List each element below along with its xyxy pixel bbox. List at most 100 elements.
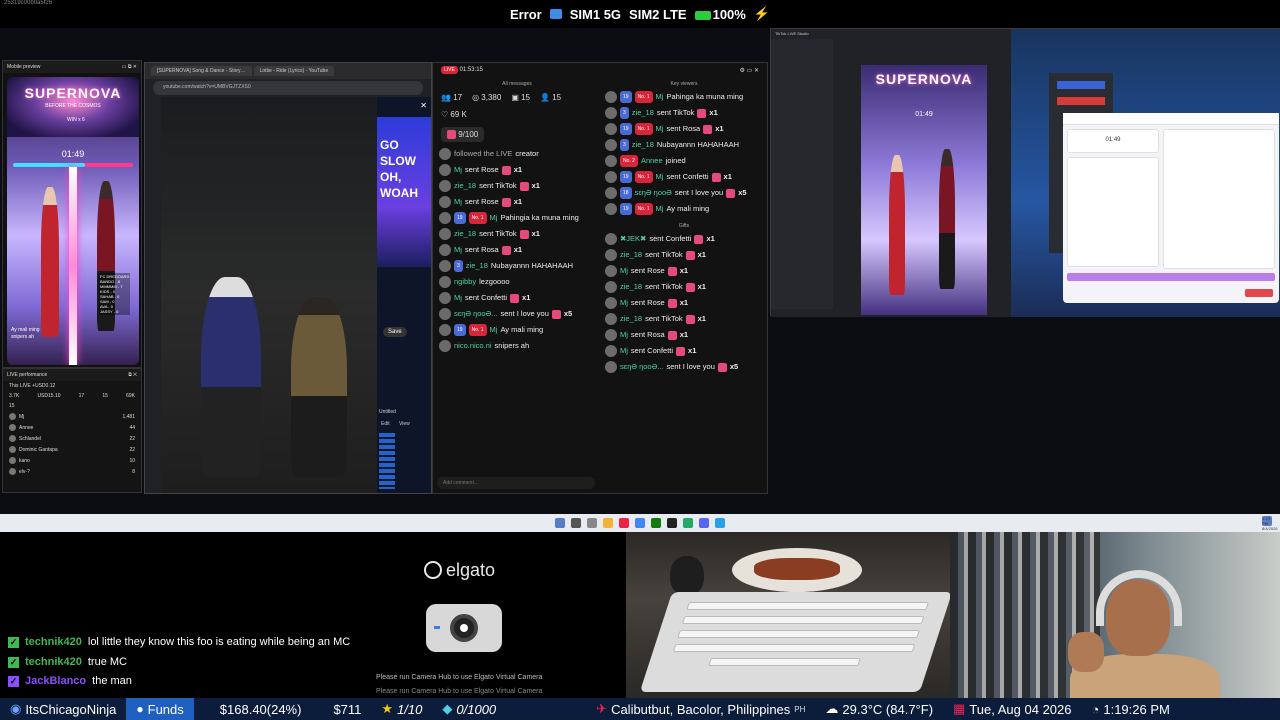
username[interactable]: Mj <box>620 330 628 340</box>
username[interactable]: zie_18 <box>454 229 476 239</box>
list-item[interactable]: Schlandel 22 <box>3 433 141 444</box>
username[interactable]: Mj <box>620 298 628 308</box>
chat-message[interactable]: 3 zie_18 sent TikTok x1 <box>601 105 767 121</box>
live-studio-app[interactable]: TikTok LIVE Studio SUPERNOVA 01:49 <box>771 29 1011 317</box>
username[interactable]: zie_18 <box>632 108 654 118</box>
username[interactable]: Annee <box>641 156 663 166</box>
edit-menu[interactable]: Edit <box>381 421 390 427</box>
action-bar[interactable] <box>1067 273 1275 281</box>
chat-message[interactable]: Mj sent Rosa x1 <box>435 242 599 258</box>
username[interactable]: sɛŋƏ ŋooƏ... <box>454 309 498 319</box>
app-icon[interactable] <box>683 518 693 528</box>
chat-message[interactable]: Mj sent Rose x1 <box>435 194 599 210</box>
close-icon[interactable]: ✕ <box>420 101 427 110</box>
username[interactable]: zie_18 <box>454 181 476 191</box>
chat-message[interactable]: zie_18 sent TikTok x1 <box>435 226 599 242</box>
username[interactable]: Mj <box>656 172 664 182</box>
gifts-header[interactable]: Gifts <box>601 221 767 231</box>
chat-message[interactable]: 19 No. 1 Mj Ay mali ming <box>601 201 767 217</box>
chat-message[interactable]: zie_18 sent TikTok x1 <box>601 311 767 327</box>
video-player[interactable] <box>161 97 377 493</box>
username[interactable]: Mj <box>454 165 462 175</box>
chat-message[interactable]: Mj sent Rosa x1 <box>601 327 767 343</box>
username[interactable]: sɛŋƏ ŋooƏ <box>635 188 672 198</box>
browser-window[interactable]: [SUPERNOVA] Song & Dance - Story… Lottie… <box>144 62 432 494</box>
tiktok-icon[interactable] <box>667 518 677 528</box>
view-menu[interactable]: View <box>399 421 410 427</box>
chat-message[interactable]: ngibby lezgoooo <box>435 274 599 290</box>
xbox-icon[interactable] <box>651 518 661 528</box>
live-chat-window[interactable]: LIVE 01:53:15 ⚙ ▭ ✕ All messages 👥 17 ◎ … <box>432 62 768 494</box>
chat-message[interactable]: Mj sent Rose x1 <box>601 295 767 311</box>
chat-message[interactable]: nico.nico.ni snipers ah <box>435 338 599 354</box>
chat-message[interactable]: zie_18 sent TikTok x1 <box>601 247 767 263</box>
username[interactable]: zie_18 <box>620 314 642 324</box>
chat-message[interactable]: Mj sent Confetti x1 <box>601 343 767 359</box>
chat-message[interactable]: 19 No. 1 Mj Pahingia ka muna ming <box>435 210 599 226</box>
battle-panel[interactable]: 01:49 <box>1063 113 1279 303</box>
username[interactable]: zie_18 <box>466 261 488 271</box>
chat-message[interactable]: 19 No. 1 Mj sent Confetti x1 <box>601 169 767 185</box>
username[interactable]: sɛŋƏ ŋooƏ... <box>620 362 664 372</box>
save-button[interactable]: Save <box>383 327 407 337</box>
chat-message[interactable]: No. 2 Annee joined <box>601 153 767 169</box>
list-item[interactable]: elv-? 8 <box>3 466 141 477</box>
window-controls[interactable]: ▭ ⧉ ✕ <box>122 64 137 70</box>
list-item[interactable]: Annee 44 <box>3 422 141 433</box>
username[interactable]: Mj <box>620 346 628 356</box>
username[interactable]: Mj <box>454 293 462 303</box>
list-item[interactable]: Dominic Gantapa 22 <box>3 444 141 455</box>
studio-sidebar[interactable] <box>771 39 833 309</box>
window-controls[interactable]: ⚙ ▭ ✕ <box>740 67 759 75</box>
folder-icon[interactable] <box>603 518 613 528</box>
chat-message[interactable]: 19 No. 1 Mj Ay mali ming <box>435 322 599 338</box>
username[interactable]: ngibby <box>454 277 476 287</box>
username[interactable]: Mj <box>490 213 498 223</box>
app-icon-2[interactable] <box>715 518 725 528</box>
discord-icon[interactable] <box>699 518 709 528</box>
username[interactable]: zie_18 <box>620 250 642 260</box>
chat-message[interactable]: Mj sent Rose x1 <box>601 263 767 279</box>
panel-controls[interactable]: ⧉ ✕ <box>128 372 137 378</box>
username[interactable]: Mj <box>454 197 462 207</box>
end-button[interactable] <box>1245 289 1273 297</box>
username[interactable]: zie_18 <box>620 282 642 292</box>
key-viewers-header[interactable]: Key viewers <box>601 79 767 89</box>
username[interactable]: zie_18 <box>632 140 654 150</box>
start-icon[interactable] <box>555 518 565 528</box>
username[interactable]: Mj <box>656 92 664 102</box>
chat-message[interactable]: ✖JEK✖ sent Confetti x1 <box>601 231 767 247</box>
all-messages-header[interactable]: All messages <box>435 79 599 89</box>
username[interactable]: ✖JEK✖ <box>620 234 646 244</box>
username[interactable]: nico.nico.ni <box>454 341 492 351</box>
username[interactable]: Mj <box>656 124 664 134</box>
chat-message[interactable]: 3 zie_18 Nubayannn HAHAHAAH <box>601 137 767 153</box>
chat-message[interactable]: followed the LIVE creator <box>435 146 599 162</box>
chat-message[interactable]: sɛŋƏ ŋooƏ... sent I love you x5 <box>601 359 767 375</box>
task-view-icon[interactable] <box>587 518 597 528</box>
live-performance-panel[interactable]: LIVE performance ⧉ ✕ This LIVE +USD0.12 3… <box>2 368 142 493</box>
chat-message[interactable]: 18 sɛŋƏ ŋooƏ sent I love you x5 <box>601 185 767 201</box>
chat-message[interactable]: 19 No. 1 Mj Pahinga ka muna ming <box>601 89 767 105</box>
brave-icon[interactable] <box>619 518 629 528</box>
list-item[interactable]: Mj 1,481 <box>3 411 141 422</box>
username[interactable]: Mj <box>490 325 498 335</box>
chrome-icon[interactable] <box>635 518 645 528</box>
chat-message[interactable]: 19 No. 1 Mj sent Rosa x1 <box>601 121 767 137</box>
list-item[interactable]: kano 10 <box>3 455 141 466</box>
chat-message[interactable]: 3 zie_18 Nubayannn HAHAHAAH <box>435 258 599 274</box>
search-icon[interactable] <box>571 518 581 528</box>
username[interactable]: Mj <box>620 266 628 276</box>
tab-supernova[interactable]: [SUPERNOVA] Song & Dance - Story… <box>151 66 252 76</box>
taskbar-clock[interactable]: 1:19 PM 8/4/2026 <box>1262 516 1278 531</box>
chat-message[interactable]: Mj sent Rose x1 <box>435 162 599 178</box>
username[interactable]: Mj <box>656 204 664 214</box>
username[interactable]: Mj <box>454 245 462 255</box>
chat-message[interactable]: zie_18 sent TikTok x1 <box>601 279 767 295</box>
address-bar[interactable]: youtube.com/watch?v=UMBVGJTZXS0 <box>153 81 423 95</box>
chat-message[interactable]: zie_18 sent TikTok x1 <box>435 178 599 194</box>
mobile-preview-window[interactable]: Mobile preview ▭ ⧉ ✕ SUPERNOVA BEFORE THE… <box>2 60 142 368</box>
chat-message[interactable]: sɛŋƏ ŋooƏ... sent I love you x5 <box>435 306 599 322</box>
chat-message[interactable]: Mj sent Confetti x1 <box>435 290 599 306</box>
comment-input[interactable]: Add comment... <box>437 477 595 489</box>
